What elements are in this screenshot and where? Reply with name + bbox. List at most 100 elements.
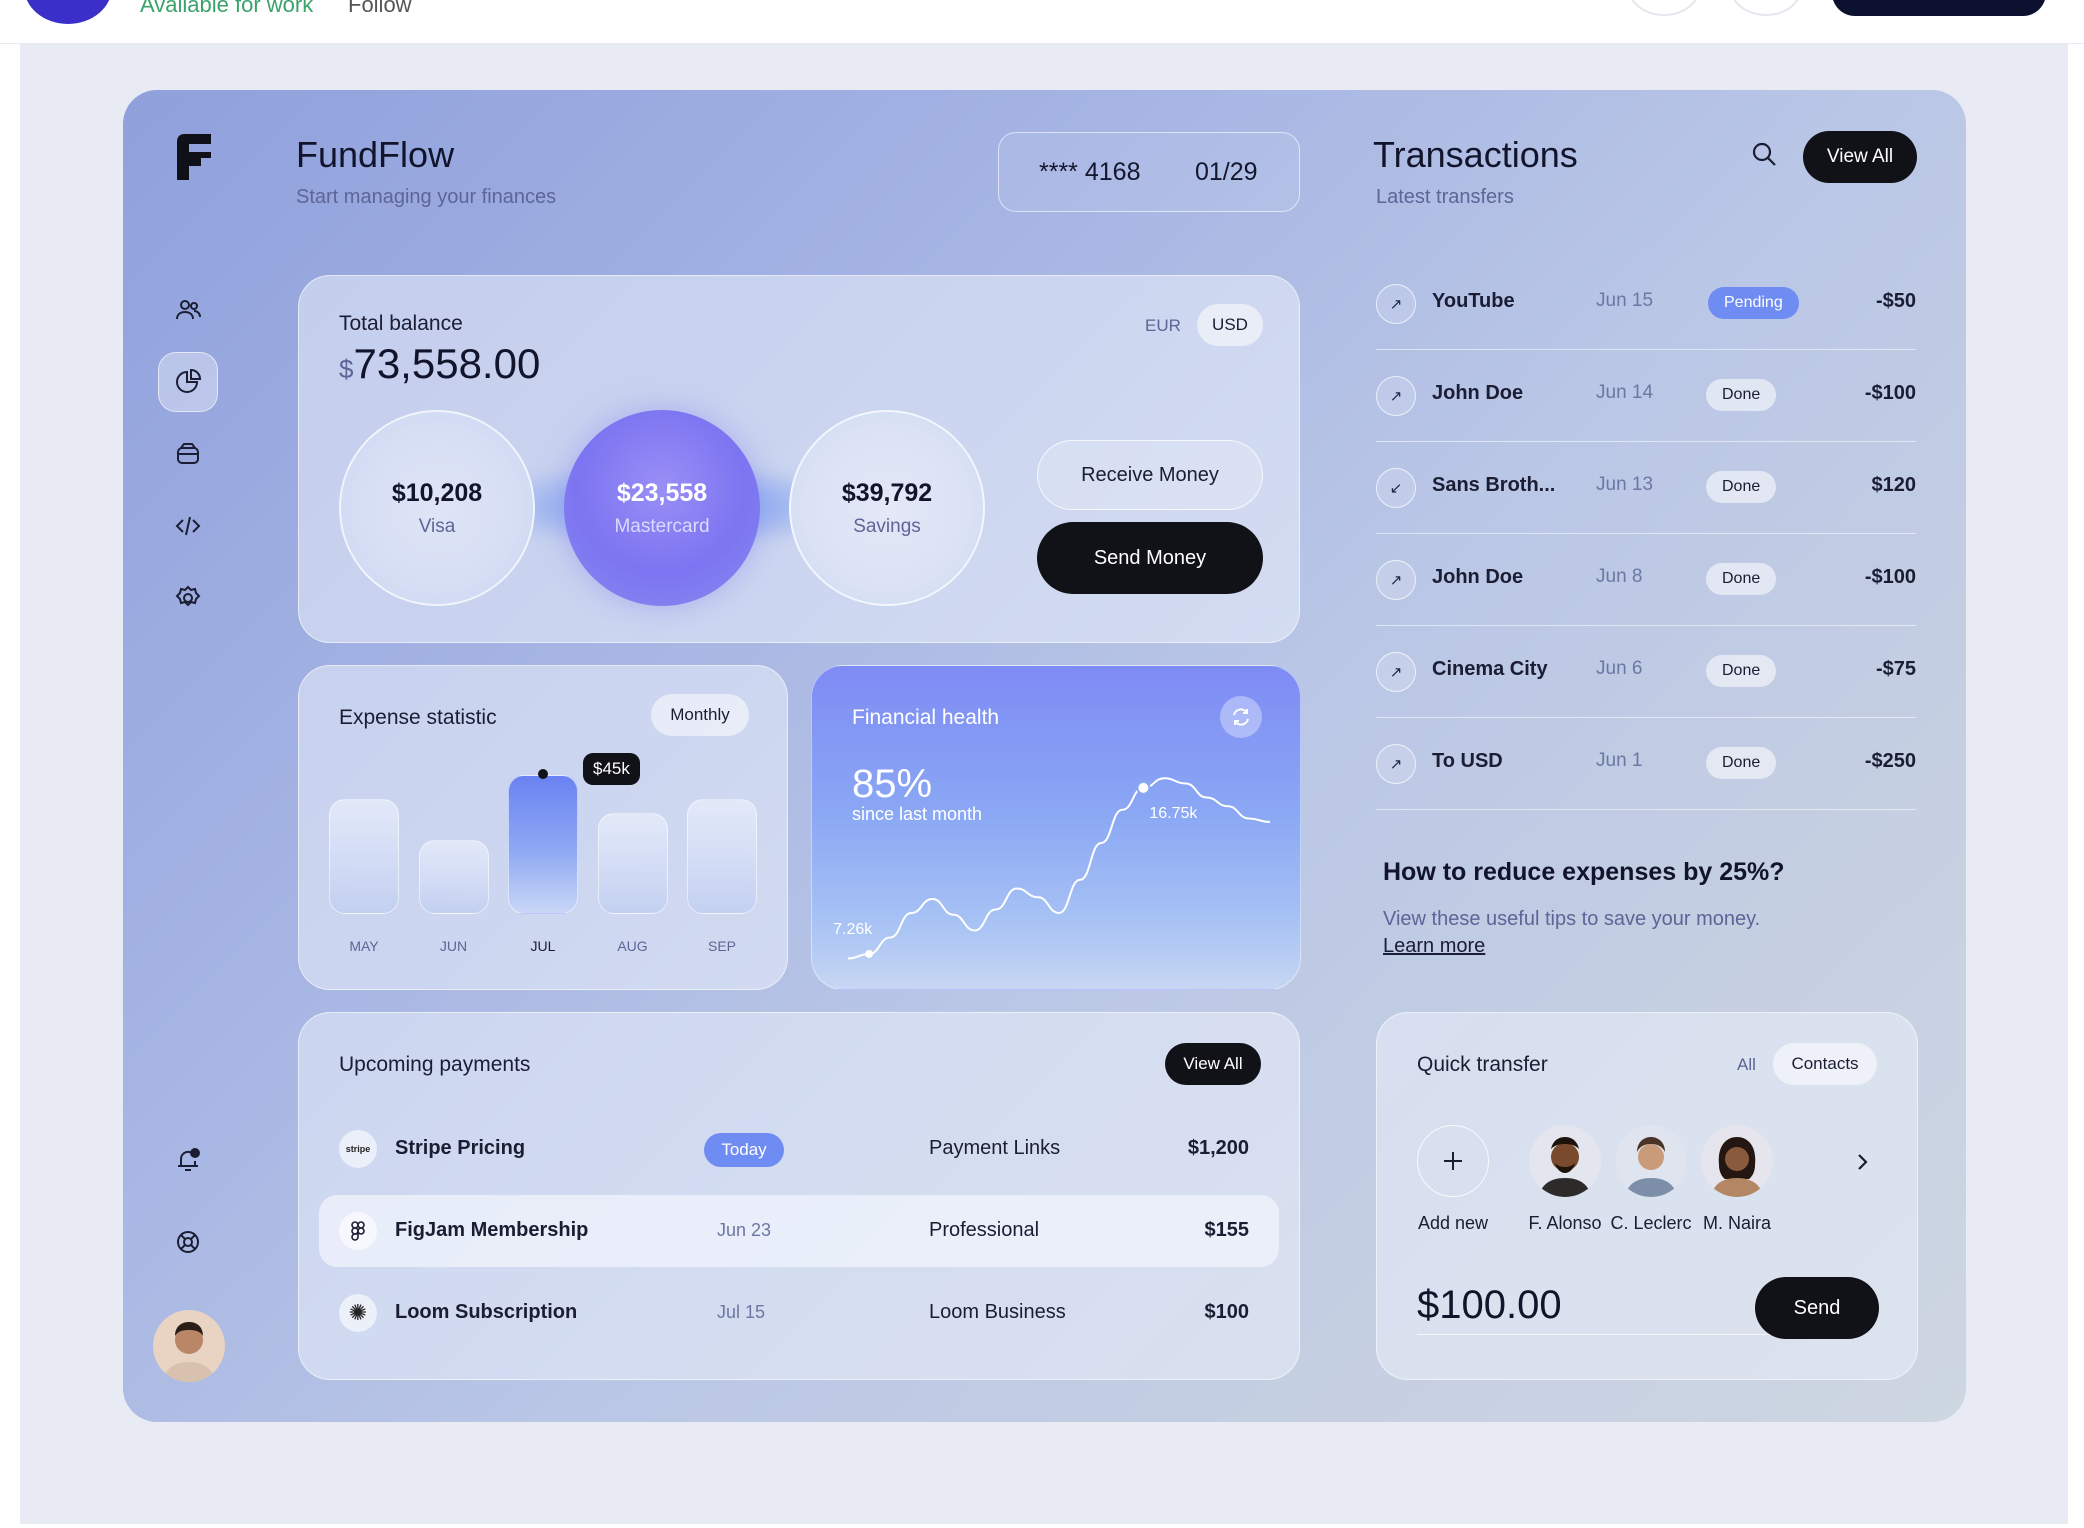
transactions-list: ↗ YouTube Jun 15 Pending -$50 ↗ John Doe… (1376, 258, 1916, 818)
expense-bar-aug[interactable] (597, 813, 668, 914)
account-label: Visa (418, 515, 456, 537)
transaction-date: Jun 6 (1596, 658, 1643, 679)
transaction-name: Cinema City (1432, 658, 1548, 680)
transaction-date: Jun 13 (1596, 474, 1654, 495)
header-circle-button[interactable] (1628, 0, 1700, 16)
transaction-amount: -$250 (1864, 750, 1916, 772)
quick-transfer-title: Quick transfer (1417, 1053, 1548, 1076)
transaction-date: Jun 14 (1596, 382, 1654, 403)
currency-eur[interactable]: EUR (1145, 316, 1181, 336)
transaction-row[interactable]: ↙ Sans Broth... Jun 13 Done $120 (1376, 442, 1916, 534)
expense-chart: $45k MAY JUN JUL AUG SEP (329, 752, 759, 986)
sidebar-users-icon[interactable] (158, 280, 218, 340)
account-label: Savings (853, 515, 921, 537)
expense-bar-sep[interactable] (687, 798, 757, 914)
currency-usd[interactable]: USD (1197, 304, 1263, 346)
status-badge: Pending (1708, 287, 1799, 319)
transaction-date: Jun 15 (1596, 290, 1654, 311)
payment-row[interactable]: stripe Stripe Pricing Today Payment Link… (319, 1113, 1279, 1185)
plus-icon (1444, 1152, 1462, 1170)
contact-avatar-leclerc[interactable] (1615, 1125, 1687, 1197)
transaction-amount: -$50 (1875, 290, 1916, 312)
account-bubble-visa[interactable]: $10,208 Visa (339, 410, 535, 606)
payments-view-all-button[interactable]: View All (1165, 1043, 1261, 1085)
health-point-label: 7.26k (833, 921, 873, 938)
receive-money-button[interactable]: Receive Money (1037, 440, 1263, 510)
payment-amount: $155 (1204, 1219, 1250, 1241)
payment-date: Jun 23 (717, 1220, 772, 1240)
figma-icon (339, 1212, 377, 1250)
period-select[interactable]: Monthly (651, 694, 749, 736)
payment-amount: $1,200 (1187, 1137, 1249, 1159)
chevron-right-icon[interactable] (1853, 1151, 1871, 1173)
learn-more-link[interactable]: Learn more (1383, 935, 1485, 958)
dashboard-window: FundFlow Start managing your finances **… (123, 90, 1966, 1422)
sidebar-notifications-icon[interactable] (158, 1130, 218, 1190)
transaction-name: Sans Broth... (1432, 474, 1556, 496)
search-icon[interactable] (1750, 140, 1778, 168)
expense-bars: $45k (329, 752, 759, 914)
transactions-view-all-button[interactable]: View All (1803, 131, 1917, 183)
transaction-row[interactable]: ↗ Cinema City Jun 6 Done -$75 (1376, 626, 1916, 718)
loom-icon: ✺ (339, 1294, 377, 1332)
expense-bar-label: AUG (617, 938, 648, 954)
contact-avatar-alonso[interactable] (1529, 1125, 1601, 1197)
payment-plan: Professional (929, 1219, 1040, 1241)
card-selector[interactable]: **** 4168 01/29 (998, 132, 1300, 212)
follow-link[interactable]: Follow (348, 0, 412, 18)
sidebar-analytics-icon[interactable] (158, 352, 218, 412)
currency-symbol: $ (339, 354, 354, 384)
balance-label: Total balance (339, 312, 463, 335)
expense-statistic-card: Expense statistic Monthly $45k MAY JUN JUL… (298, 665, 788, 990)
transaction-row[interactable]: ↗ To USD Jun 1 Done -$250 (1376, 718, 1916, 810)
transaction-row[interactable]: ↗ John Doe Jun 14 Done -$100 (1376, 350, 1916, 442)
transaction-date: Jun 8 (1596, 566, 1643, 587)
send-button[interactable]: Send (1755, 1277, 1879, 1339)
sidebar-help-icon[interactable] (158, 1212, 218, 1272)
filter-all[interactable]: All (1737, 1055, 1756, 1075)
profile-logo (24, 0, 112, 24)
status-badge: Done (1706, 563, 1777, 595)
transaction-amount: $120 (1871, 474, 1917, 496)
expense-bar-jul[interactable] (508, 774, 578, 914)
payment-row[interactable]: FigJam Membership Jun 23 Professional $1… (319, 1195, 1279, 1267)
header-circle-button[interactable] (1730, 0, 1802, 16)
account-bubble-mastercard[interactable]: $23,558 Mastercard (564, 410, 760, 606)
status-badge: Done (1706, 747, 1777, 779)
balance-value: 73,558.00 (353, 340, 541, 387)
header-cta-button[interactable] (1832, 0, 2046, 16)
arrow-down-left-icon: ↙ (1376, 468, 1416, 508)
contact-avatar-naira[interactable] (1701, 1125, 1773, 1197)
expense-highlight-dot (538, 768, 548, 779)
add-contact-button[interactable] (1417, 1125, 1489, 1197)
account-amount: $23,558 (616, 478, 708, 507)
sidebar-code-icon[interactable] (158, 496, 218, 556)
quick-transfer-card: Quick transfer All Contacts Add new F. A… (1376, 1012, 1918, 1380)
account-bubble-savings[interactable]: $39,792 Savings (789, 410, 985, 606)
expense-bar-label: JUN (439, 938, 468, 954)
send-money-button[interactable]: Send Money (1037, 522, 1263, 594)
add-contact-label: Add new (1417, 1213, 1489, 1233)
filter-contacts[interactable]: Contacts (1773, 1043, 1877, 1085)
app-title: FundFlow (296, 134, 455, 175)
transaction-row[interactable]: ↗ John Doe Jun 8 Done -$100 (1376, 534, 1916, 626)
transactions-title: Transactions (1373, 134, 1578, 175)
arrow-up-right-icon: ↗ (1376, 652, 1416, 692)
stripe-icon: stripe (339, 1130, 377, 1168)
expense-bar-jun[interactable] (418, 840, 489, 914)
account-amount: $10,208 (391, 478, 483, 507)
sidebar-wallet-icon[interactable] (158, 424, 218, 484)
user-avatar[interactable] (153, 1310, 225, 1382)
fundflow-logo-icon (177, 134, 211, 180)
upcoming-payments-card: Upcoming payments View All stripe Stripe… (298, 1012, 1300, 1380)
health-point-label: 16.75k (1149, 805, 1198, 822)
transaction-name: To USD (1432, 750, 1503, 772)
expense-title: Expense statistic (339, 706, 497, 729)
transaction-row[interactable]: ↗ YouTube Jun 15 Pending -$50 (1376, 258, 1916, 350)
expense-bar-may[interactable] (329, 798, 399, 914)
balance-amount: $73,558.00 (339, 340, 540, 388)
expense-bar-labels: MAY JUN JUL AUG SEP (329, 938, 759, 962)
transactions-subtitle: Latest transfers (1376, 186, 1514, 208)
sidebar-settings-icon[interactable] (158, 568, 218, 628)
payment-row[interactable]: ✺ Loom Subscription Jul 15 Loom Business… (319, 1277, 1279, 1349)
